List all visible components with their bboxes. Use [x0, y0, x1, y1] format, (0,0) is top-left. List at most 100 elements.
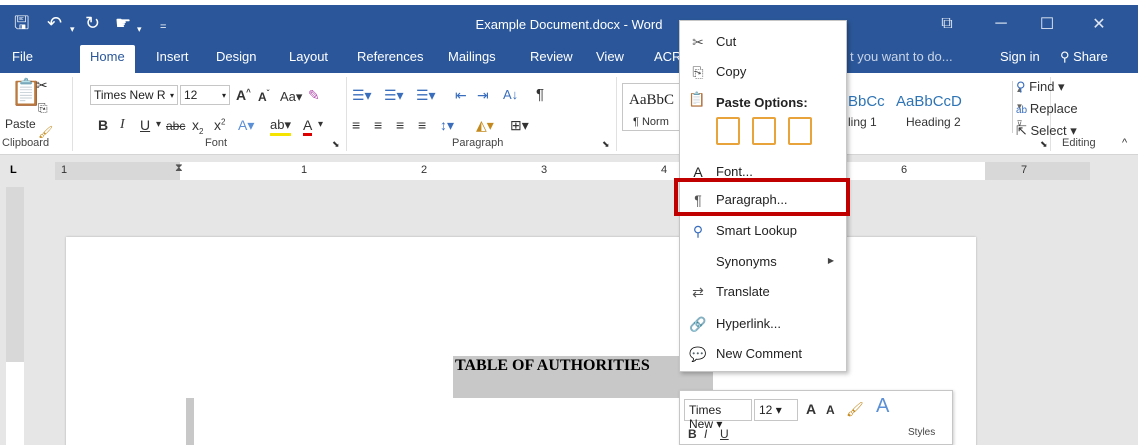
tab-acrobat[interactable]: ACR [654, 49, 681, 64]
close-button[interactable]: ✕ [1076, 10, 1122, 38]
copy-icon[interactable]: ⎘ [38, 101, 48, 116]
underline-icon[interactable]: U [720, 427, 729, 441]
search-icon: ⚲ [1016, 79, 1030, 94]
bold-icon[interactable]: B [688, 427, 697, 441]
style-heading2-name[interactable]: Heading 2 [906, 115, 961, 129]
tab-layout[interactable]: Layout [289, 49, 328, 64]
cut-icon[interactable]: ✂ [36, 77, 48, 94]
paragraph-dialog-launcher-icon[interactable]: ⬊ [602, 139, 610, 150]
line-spacing-icon[interactable]: ↕▾ [440, 117, 454, 134]
mini-font-size-combo[interactable]: 12 ▾ [754, 399, 798, 421]
numbering-icon[interactable]: ☰▾ [384, 87, 404, 104]
font-size-combo[interactable]: 12 ▾ [180, 85, 230, 105]
tab-mailings[interactable]: Mailings [448, 49, 496, 64]
share-icon: ⚲ [1060, 49, 1074, 64]
change-case-icon[interactable]: Aa▾ [280, 89, 302, 105]
word-window: 🖫 ↶ ▾ ↻ ☛ ▾ = Example Document.docx - Wo… [0, 0, 1138, 445]
superscript-icon[interactable]: x2 [214, 117, 225, 133]
justify-icon[interactable]: ≡ [418, 117, 426, 133]
font-color-icon[interactable]: A [303, 117, 313, 136]
paste-button[interactable]: Paste [5, 117, 36, 131]
tab-selector-icon[interactable]: L [10, 164, 17, 176]
styles-icon[interactable]: A [876, 395, 889, 418]
decrease-indent-icon[interactable]: ⇤ [455, 87, 467, 104]
share-button[interactable]: ⚲ Share [1060, 49, 1108, 65]
style-heading1-name[interactable]: ling 1 [848, 115, 877, 129]
align-right-icon[interactable]: ≡ [396, 117, 404, 133]
align-center-icon[interactable]: ≡ [374, 117, 382, 133]
shrink-font-icon[interactable]: A [826, 403, 835, 417]
menu-item-cut[interactable]: ✂ Cut [680, 27, 846, 57]
replace-button[interactable]: ab Replace [1016, 101, 1078, 116]
menu-item-hyperlink[interactable]: 🔗 Hyperlink... [680, 309, 846, 339]
clear-formatting-icon[interactable]: ✎ [308, 87, 320, 104]
paste-options [716, 117, 826, 147]
indent-marker-icon[interactable]: ⧗ [175, 162, 183, 175]
bold-icon[interactable]: B [98, 117, 108, 133]
minimize-button[interactable]: ─ [978, 10, 1024, 38]
chevron-down-icon[interactable]: ▾ [318, 119, 323, 130]
tab-home[interactable]: Home [80, 45, 135, 73]
format-painter-icon[interactable]: 🖌 [846, 401, 864, 418]
bullets-icon[interactable]: ☰▾ [352, 87, 372, 104]
mini-font-name-combo[interactable]: Times New ▾ [684, 399, 752, 431]
find-button[interactable]: ⚲ Find ▾ [1016, 79, 1065, 95]
clipboard-group-label: Clipboard [2, 137, 50, 149]
borders-icon[interactable]: ⊞▾ [510, 117, 529, 134]
keep-text-only-icon[interactable] [788, 117, 812, 145]
font-name-combo[interactable]: Times New R ▾ [90, 85, 178, 105]
horizontal-ruler[interactable]: 1 1 2 3 4 6 7 ⧗ △ [55, 162, 1090, 180]
increase-indent-icon[interactable]: ⇥ [477, 87, 489, 104]
tab-review[interactable]: Review [530, 49, 573, 64]
strikethrough-icon[interactable]: abc [166, 119, 185, 133]
menu-item-smart-lookup[interactable]: ⚲ Smart Lookup [680, 216, 846, 246]
styles-dialog-launcher-icon[interactable]: ⬊ [1040, 139, 1048, 150]
sign-in-link[interactable]: Sign in [1000, 49, 1040, 64]
tab-view[interactable]: View [596, 49, 624, 64]
italic-icon[interactable]: I [704, 427, 707, 441]
show-marks-icon[interactable]: ¶ [536, 86, 544, 103]
tell-me-input[interactable]: t you want to do... [850, 49, 953, 64]
align-left-icon[interactable]: ≡ [352, 117, 360, 133]
menu-item-synonyms[interactable]: Synonyms ▶ [680, 247, 846, 277]
grow-font-icon[interactable]: A [806, 401, 816, 417]
style-normal[interactable]: AaBbC ¶ Norm [622, 83, 682, 131]
tab-file[interactable]: File [12, 49, 33, 64]
annotation-highlight-box [674, 178, 850, 216]
chevron-down-icon: ▾ [221, 91, 226, 100]
font-dialog-launcher-icon[interactable]: ⬊ [332, 139, 340, 150]
menu-item-translate[interactable]: ⇄ Translate [680, 277, 846, 307]
menu-item-copy[interactable]: ⎘ Copy [680, 57, 846, 87]
vertical-ruler-margin [6, 187, 24, 362]
tab-design[interactable]: Design [216, 49, 256, 64]
ruler-left-margin [55, 162, 180, 180]
shading-icon[interactable]: ◭▾ [476, 117, 494, 134]
italic-icon[interactable]: I [120, 117, 125, 133]
style-heading1-preview[interactable]: BbCc [848, 93, 885, 110]
collapse-ribbon-icon[interactable]: ^ [1122, 137, 1127, 149]
sort-icon[interactable]: A↓ [503, 87, 518, 102]
font-group-label: Font [205, 137, 228, 149]
vertical-ruler[interactable] [6, 187, 24, 445]
menu-item-new-comment[interactable]: 💬 New Comment [680, 339, 846, 369]
underline-icon[interactable]: U [140, 117, 150, 133]
mini-styles-label[interactable]: Styles [908, 427, 935, 438]
editing-group-label: Editing [1062, 137, 1096, 149]
font-name-value: Times New R [94, 88, 166, 102]
tab-insert[interactable]: Insert [156, 49, 189, 64]
ribbon-display-options-icon[interactable]: ⧉ [924, 10, 970, 38]
chevron-down-icon[interactable]: ▾ [156, 119, 161, 130]
tab-references[interactable]: References [357, 49, 423, 64]
multilevel-list-icon[interactable]: ☰▾ [416, 87, 436, 104]
highlight-color-icon[interactable]: ab▾ [270, 117, 291, 136]
grow-font-icon[interactable]: A^ [236, 87, 251, 103]
document-heading[interactable]: TABLE OF AUTHORITIES [455, 357, 650, 375]
shrink-font-icon[interactable]: Aˇ [258, 89, 269, 104]
style-heading2-preview[interactable]: AaBbCcD [896, 93, 962, 110]
subscript-icon[interactable]: x2 [192, 117, 203, 136]
maximize-button[interactable]: ☐ [1024, 10, 1070, 38]
merge-formatting-icon[interactable] [752, 117, 776, 145]
text-effects-icon[interactable]: A▾ [238, 117, 254, 134]
paste-icon: 📋 [688, 91, 706, 107]
keep-source-formatting-icon[interactable] [716, 117, 740, 145]
